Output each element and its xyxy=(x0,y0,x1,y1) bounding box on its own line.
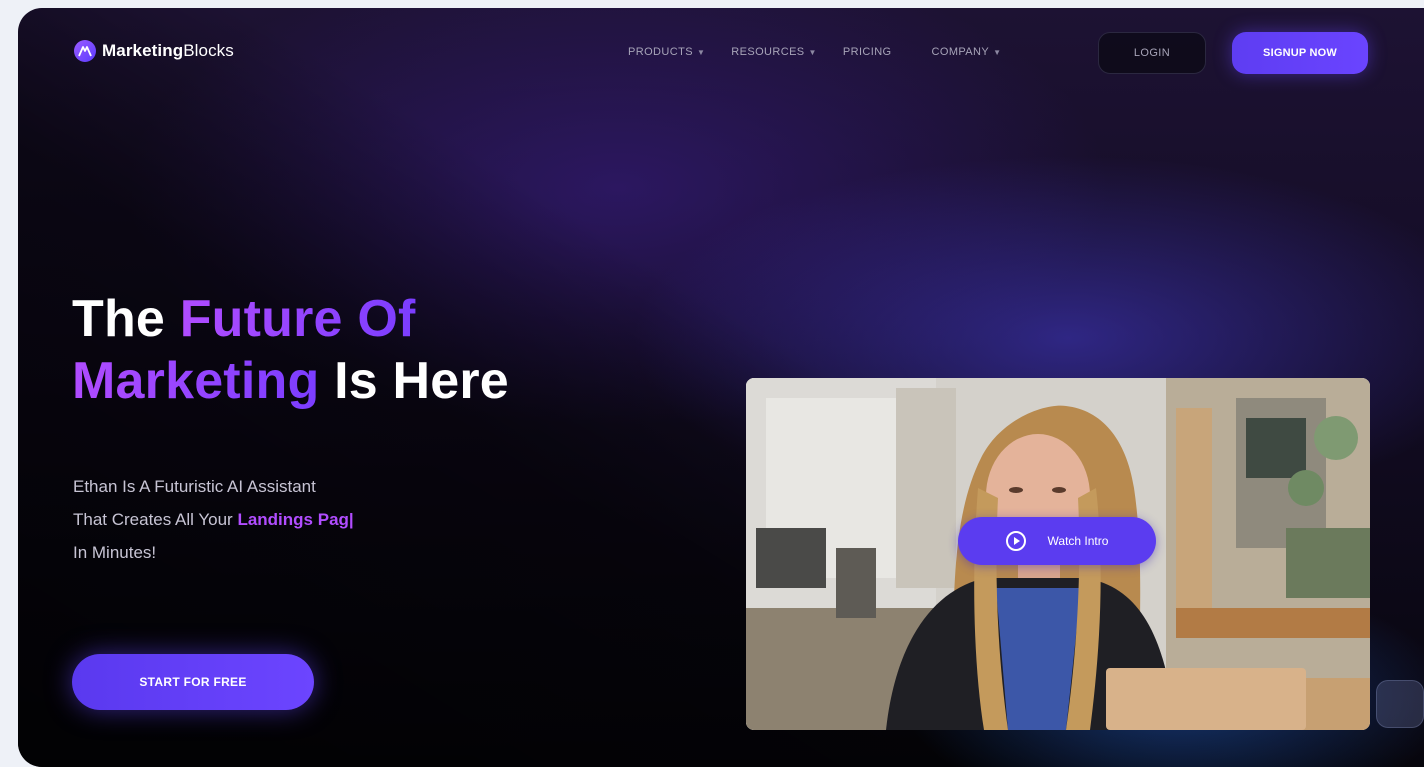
chevron-down-icon: ▼ xyxy=(993,47,1002,57)
watch-intro-button[interactable]: Watch Intro xyxy=(958,517,1156,565)
start-for-free-button[interactable]: START FOR FREE xyxy=(72,654,314,710)
chevron-down-icon: ▼ xyxy=(696,47,706,57)
brand-name: MarketingBlocks xyxy=(102,41,234,60)
intro-video[interactable]: Watch Intro xyxy=(746,378,1370,730)
brand-logo[interactable]: MarketingBlocks xyxy=(74,40,234,62)
nav-item-company[interactable]: COMPANY ▼ xyxy=(932,46,1002,58)
hero-subtitle: Ethan Is A Futuristic AI Assistant That … xyxy=(73,477,354,562)
nav-links: PRODUCTS ▼ RESOURCES ▼ PRICING COMPANY ▼ xyxy=(628,46,1027,58)
hero-title-accent: Future Of xyxy=(179,290,416,348)
chevron-down-icon: ▼ xyxy=(808,47,817,57)
top-navigation: MarketingBlocks PRODUCTS ▼ RESOURCES ▼ PRI… xyxy=(18,8,1424,100)
signup-button[interactable]: SIGNUP NOW xyxy=(1232,32,1368,74)
hero-title: The Future Of Marketing Is Here xyxy=(72,290,509,410)
page-frame: MarketingBlocks PRODUCTS ▼ RESOURCES ▼ PRI… xyxy=(18,8,1424,767)
login-button[interactable]: LOGIN xyxy=(1098,32,1206,74)
hero-title-accent: Marketing xyxy=(72,352,320,410)
subtitle-highlight: Landings Pag| xyxy=(237,510,354,529)
marketingblocks-logo-icon xyxy=(74,40,96,62)
nav-item-resources[interactable]: RESOURCES ▼ xyxy=(731,46,817,58)
watch-intro-label: Watch Intro xyxy=(1047,534,1109,548)
play-circle-icon xyxy=(1005,531,1026,551)
nav-item-products[interactable]: PRODUCTS ▼ xyxy=(628,46,705,58)
chat-widget-icon[interactable] xyxy=(1376,680,1424,728)
nav-item-pricing[interactable]: PRICING xyxy=(843,46,892,58)
